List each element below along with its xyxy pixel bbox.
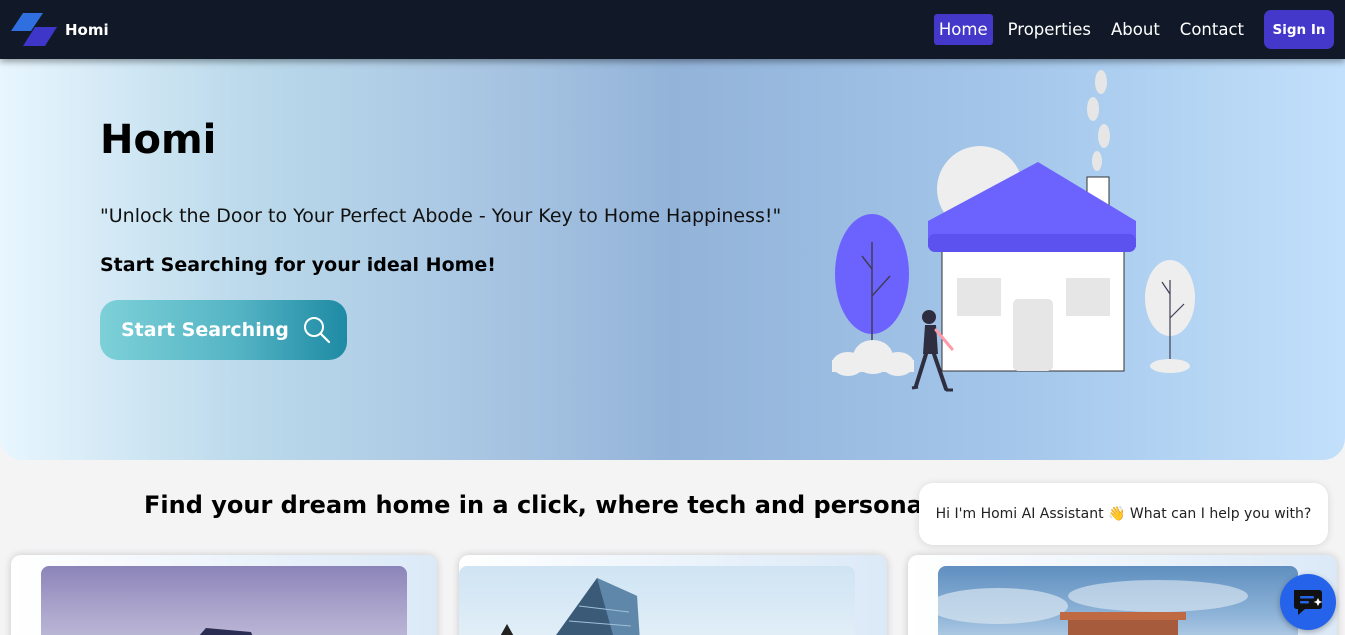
nav-link-about[interactable]: About (1106, 14, 1165, 45)
property-card[interactable] (11, 555, 437, 635)
section-title: Find your dream home in a click, where t… (144, 491, 1006, 519)
hero-tagline: "Unlock the Door to Your Perfect Abode -… (100, 205, 782, 227)
brand-name: Homi (65, 20, 109, 39)
property-card[interactable] (908, 555, 1337, 635)
property-card[interactable] (459, 555, 887, 635)
nav-link-home[interactable]: Home (933, 14, 993, 45)
sign-in-button[interactable]: Sign In (1264, 10, 1334, 49)
brand[interactable]: Homi (11, 12, 109, 47)
homi-logo-icon (11, 12, 57, 46)
nav-link-contact[interactable]: Contact (1175, 14, 1249, 45)
start-searching-button[interactable]: Start Searching (100, 300, 347, 360)
nav-links: Home Properties About Contact Sign In (924, 10, 1334, 49)
navbar: Homi Home Properties About Contact Sign … (0, 0, 1345, 59)
property-image[interactable] (41, 566, 407, 635)
property-image[interactable] (938, 566, 1298, 635)
search-icon (303, 317, 330, 344)
hero-title: Homi (100, 117, 217, 163)
hero-subtitle: Start Searching for your ideal Home! (100, 254, 496, 276)
house-illustration (832, 70, 1195, 392)
start-searching-label: Start Searching (121, 319, 289, 341)
chat-open-button[interactable] (1280, 574, 1336, 630)
hero-section: Homi "Unlock the Door to Your Perfect Ab… (0, 59, 1345, 460)
nav-link-properties[interactable]: Properties (1003, 14, 1096, 45)
property-image[interactable] (459, 566, 855, 635)
chat-icon (1294, 590, 1323, 615)
ai-assistant-greeting: Hi I'm Homi AI Assistant 👋 What can I he… (919, 483, 1328, 545)
